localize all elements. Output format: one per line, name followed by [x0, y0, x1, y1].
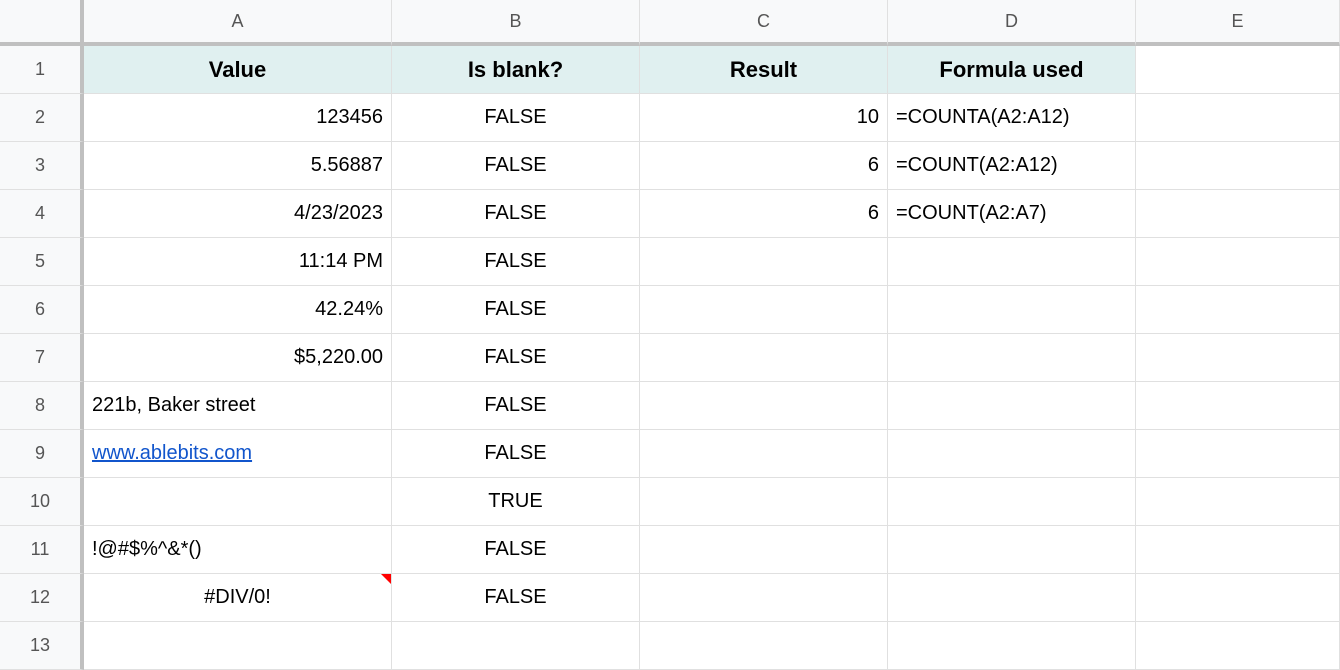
cell-B9[interactable]: FALSE — [392, 430, 640, 478]
cell-C4[interactable]: 6 — [640, 190, 888, 238]
cell-B7[interactable]: FALSE — [392, 334, 640, 382]
cell-A12[interactable]: #DIV/0! — [84, 574, 392, 622]
cell-D13[interactable] — [888, 622, 1136, 670]
row-header-13[interactable]: 13 — [0, 622, 84, 670]
cell-B5[interactable]: FALSE — [392, 238, 640, 286]
cell-D4[interactable]: =COUNT(A2:A7) — [888, 190, 1136, 238]
cell-E1[interactable] — [1136, 46, 1340, 94]
cell-A10[interactable] — [84, 478, 392, 526]
cell-C5[interactable] — [640, 238, 888, 286]
cell-C7[interactable] — [640, 334, 888, 382]
row-header-6[interactable]: 6 — [0, 286, 84, 334]
cell-C9[interactable] — [640, 430, 888, 478]
row-header-9[interactable]: 9 — [0, 430, 84, 478]
cell-A13[interactable] — [84, 622, 392, 670]
cell-A6[interactable]: 42.24% — [84, 286, 392, 334]
cell-E4[interactable] — [1136, 190, 1340, 238]
cell-E10[interactable] — [1136, 478, 1340, 526]
row-header-5[interactable]: 5 — [0, 238, 84, 286]
cell-C12[interactable] — [640, 574, 888, 622]
cell-C13[interactable] — [640, 622, 888, 670]
cell-D9[interactable] — [888, 430, 1136, 478]
row-header-11[interactable]: 11 — [0, 526, 84, 574]
cell-D11[interactable] — [888, 526, 1136, 574]
col-header-E[interactable]: E — [1136, 0, 1340, 46]
cell-D1[interactable]: Formula used — [888, 46, 1136, 94]
cell-B11[interactable]: FALSE — [392, 526, 640, 574]
cell-D2[interactable]: =COUNTA(A2:A12) — [888, 94, 1136, 142]
cell-C8[interactable] — [640, 382, 888, 430]
row-header-1[interactable]: 1 — [0, 46, 84, 94]
row-header-7[interactable]: 7 — [0, 334, 84, 382]
row-header-8[interactable]: 8 — [0, 382, 84, 430]
cell-B2[interactable]: FALSE — [392, 94, 640, 142]
cell-A1[interactable]: Value — [84, 46, 392, 94]
cell-D8[interactable] — [888, 382, 1136, 430]
cell-B13[interactable] — [392, 622, 640, 670]
cell-B1[interactable]: Is blank? — [392, 46, 640, 94]
cell-E13[interactable] — [1136, 622, 1340, 670]
cell-A2[interactable]: 123456 — [84, 94, 392, 142]
cell-C1[interactable]: Result — [640, 46, 888, 94]
cell-A7[interactable]: $5,220.00 — [84, 334, 392, 382]
cell-D3[interactable]: =COUNT(A2:A12) — [888, 142, 1136, 190]
cell-B3[interactable]: FALSE — [392, 142, 640, 190]
cell-C6[interactable] — [640, 286, 888, 334]
cell-D10[interactable] — [888, 478, 1136, 526]
hyperlink[interactable]: www.ablebits.com — [92, 442, 252, 465]
col-header-B[interactable]: B — [392, 0, 640, 46]
col-header-C[interactable]: C — [640, 0, 888, 46]
cell-B6[interactable]: FALSE — [392, 286, 640, 334]
col-header-A[interactable]: A — [84, 0, 392, 46]
cell-D7[interactable] — [888, 334, 1136, 382]
cell-A4[interactable]: 4/23/2023 — [84, 190, 392, 238]
cell-B12[interactable]: FALSE — [392, 574, 640, 622]
row-header-10[interactable]: 10 — [0, 478, 84, 526]
cell-C2[interactable]: 10 — [640, 94, 888, 142]
col-header-D[interactable]: D — [888, 0, 1136, 46]
row-header-3[interactable]: 3 — [0, 142, 84, 190]
cell-D12[interactable] — [888, 574, 1136, 622]
cell-B10[interactable]: TRUE — [392, 478, 640, 526]
cell-A9[interactable]: www.ablebits.com — [84, 430, 392, 478]
row-header-12[interactable]: 12 — [0, 574, 84, 622]
cell-A11[interactable]: !@#$%^&*() — [84, 526, 392, 574]
cell-E12[interactable] — [1136, 574, 1340, 622]
cell-E7[interactable] — [1136, 334, 1340, 382]
cell-E11[interactable] — [1136, 526, 1340, 574]
cell-E5[interactable] — [1136, 238, 1340, 286]
cell-D5[interactable] — [888, 238, 1136, 286]
spreadsheet-grid: A B C D E 1 Value Is blank? Result Formu… — [0, 0, 1340, 670]
cell-C3[interactable]: 6 — [640, 142, 888, 190]
cell-E3[interactable] — [1136, 142, 1340, 190]
cell-C10[interactable] — [640, 478, 888, 526]
cell-D6[interactable] — [888, 286, 1136, 334]
cell-C11[interactable] — [640, 526, 888, 574]
select-all-corner[interactable] — [0, 0, 84, 46]
cell-B8[interactable]: FALSE — [392, 382, 640, 430]
row-header-4[interactable]: 4 — [0, 190, 84, 238]
cell-E2[interactable] — [1136, 94, 1340, 142]
row-header-2[interactable]: 2 — [0, 94, 84, 142]
cell-A3[interactable]: 5.56887 — [84, 142, 392, 190]
cell-E6[interactable] — [1136, 286, 1340, 334]
cell-E9[interactable] — [1136, 430, 1340, 478]
cell-B4[interactable]: FALSE — [392, 190, 640, 238]
cell-E8[interactable] — [1136, 382, 1340, 430]
cell-A5[interactable]: 11:14 PM — [84, 238, 392, 286]
cell-A8[interactable]: 221b, Baker street — [84, 382, 392, 430]
